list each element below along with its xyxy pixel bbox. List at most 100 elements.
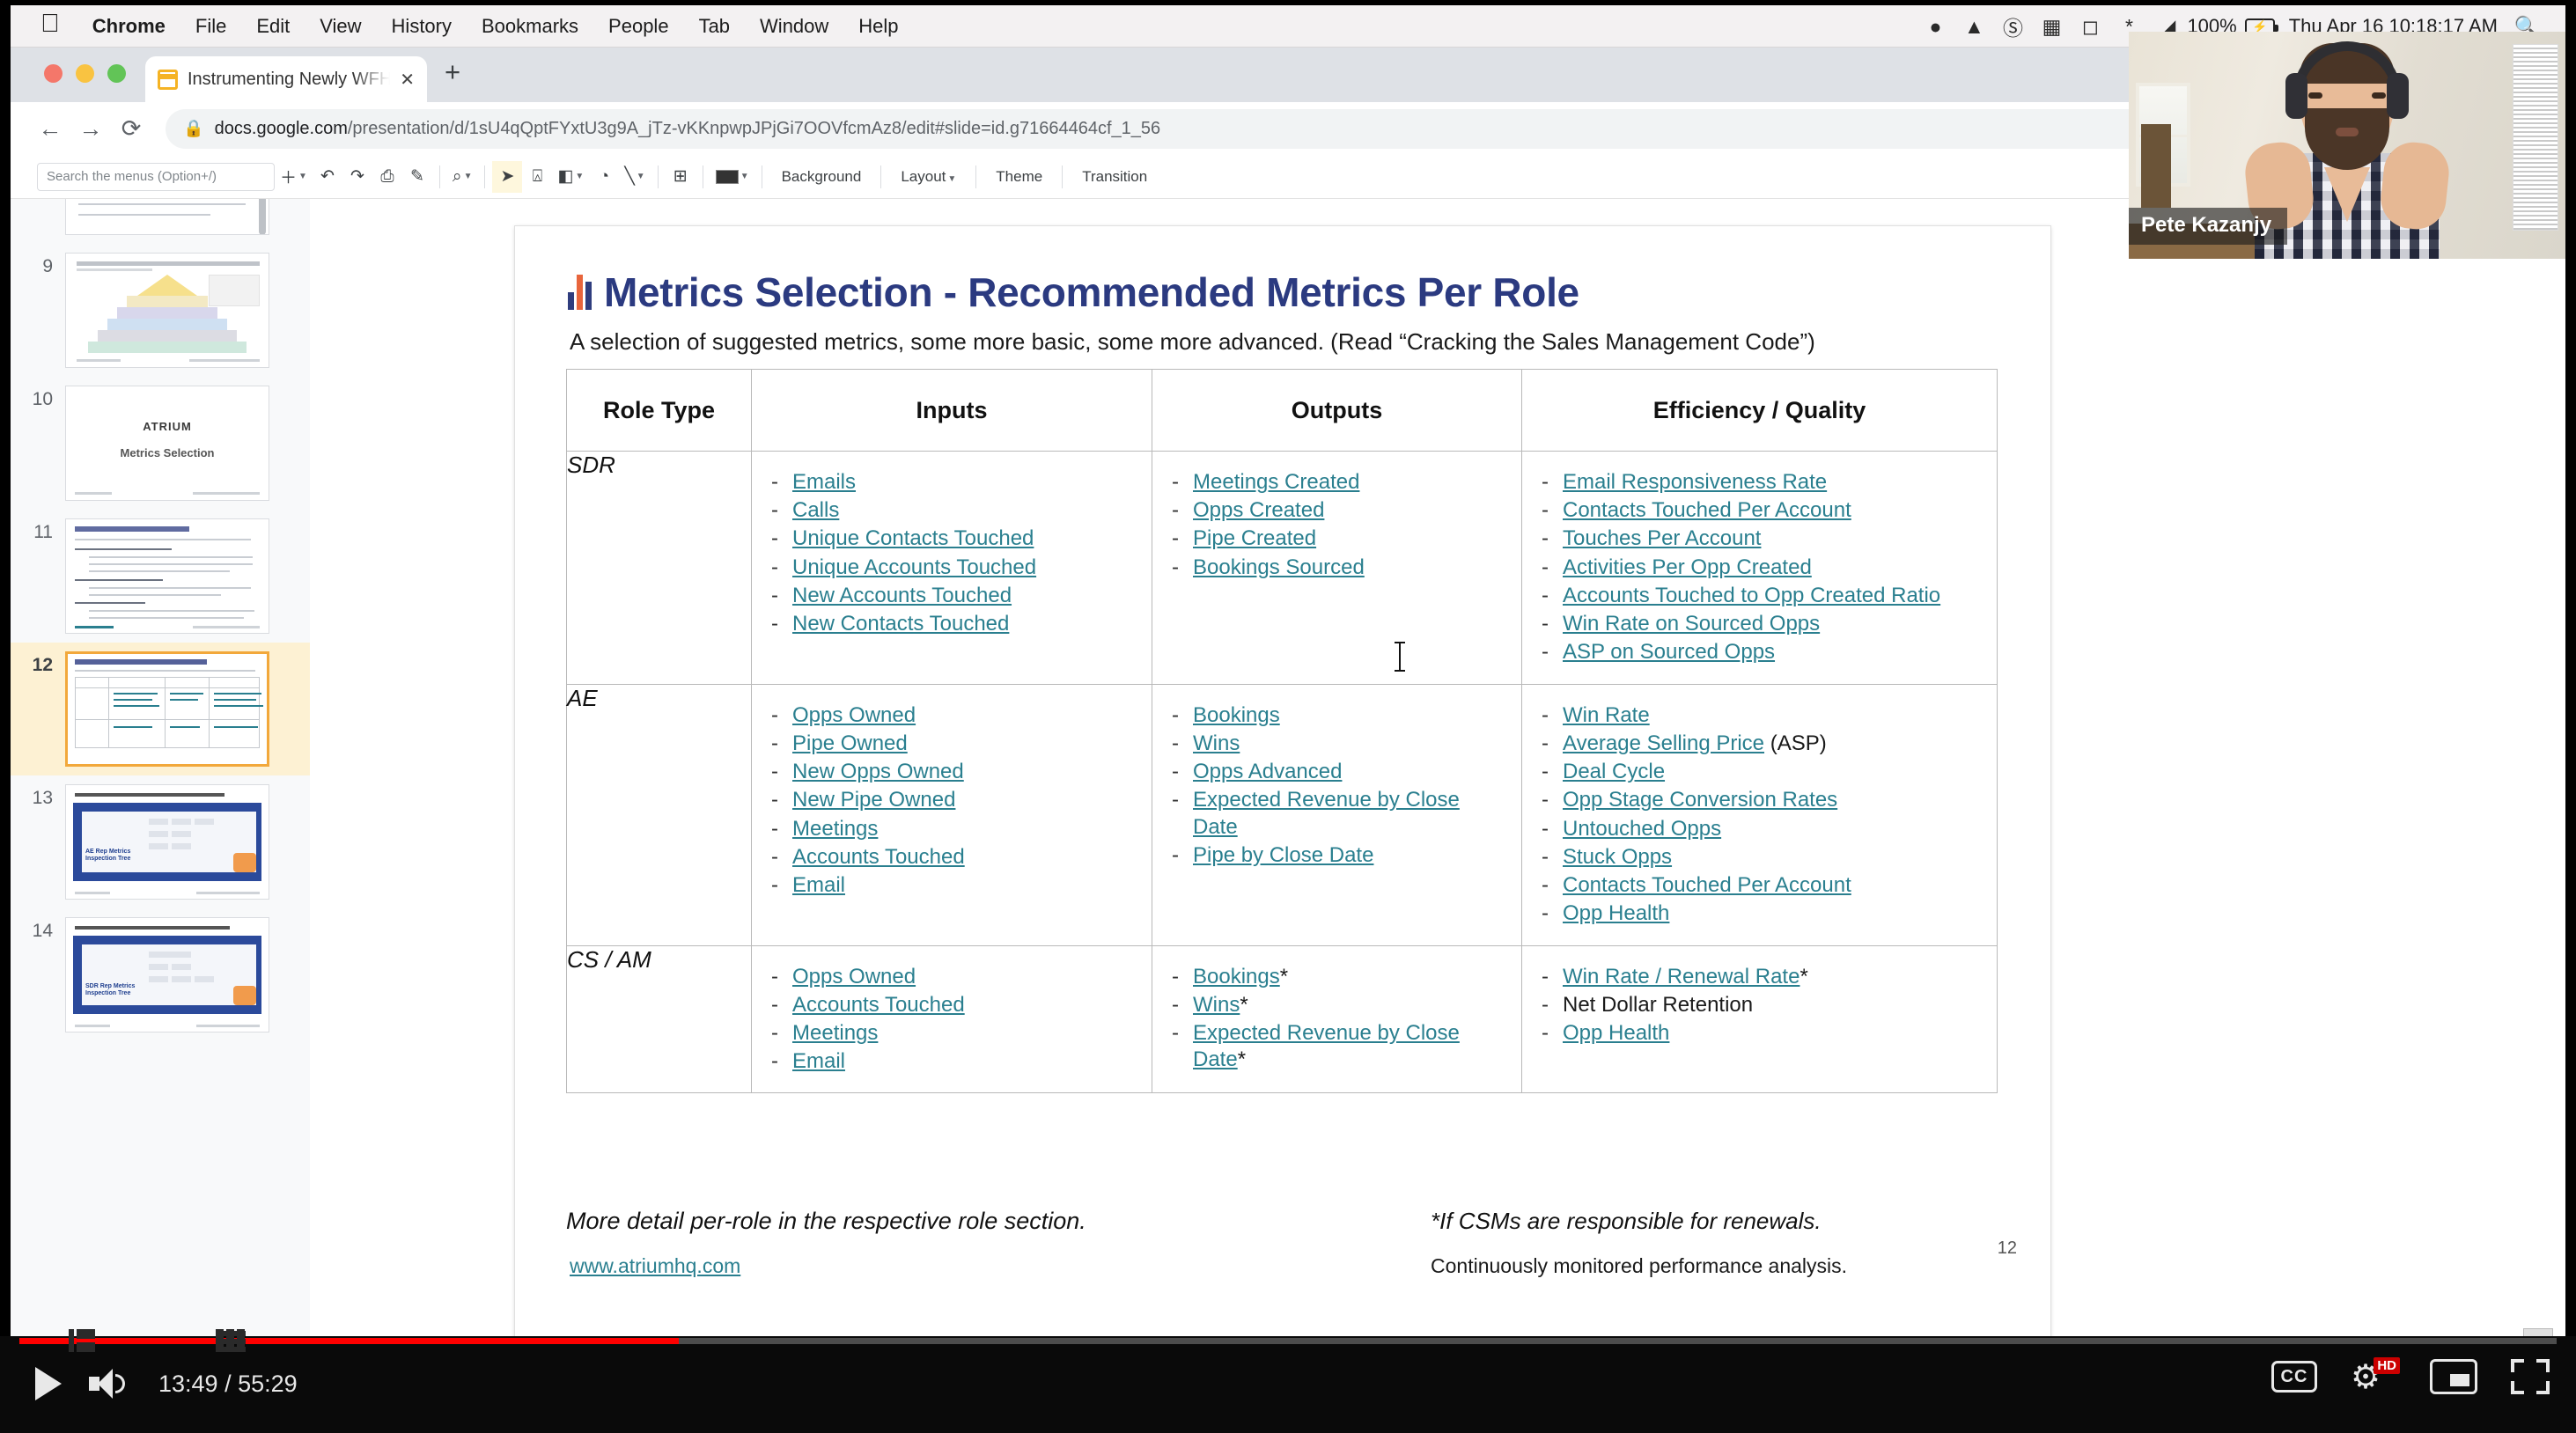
shape-button[interactable]: ◔ (589, 161, 619, 193)
metric-text[interactable]: Wins (1193, 731, 1240, 757)
forward-button[interactable]: → (70, 108, 111, 149)
metric-text[interactable]: Expected Revenue by Close Date* (1193, 1020, 1509, 1073)
slide-thumbnail-10[interactable]: ATRIUM Metrics Selection (65, 386, 269, 501)
apple-logo-icon[interactable]:  (40, 11, 77, 40)
metric-link[interactable]: New Accounts Touched (792, 584, 1012, 607)
metric-link[interactable]: ASP on Sourced Opps (1563, 640, 1775, 664)
close-window-button[interactable] (44, 64, 63, 83)
thumbnail-row-10[interactable]: 10 ATRIUM Metrics Selection (11, 377, 310, 510)
search-menus-input[interactable]: Search the menus (Option+/) (37, 162, 275, 191)
captions-button[interactable]: CC (2271, 1361, 2317, 1393)
metric-text[interactable]: Meetings (792, 816, 878, 842)
metric-text[interactable]: Accounts Touched (792, 844, 965, 871)
menu-window[interactable]: Window (745, 15, 843, 38)
metric-link[interactable]: Opp Health (1563, 1021, 1669, 1045)
new-slide-button[interactable]: ＋ ▼ (275, 161, 313, 193)
metric-text[interactable]: Bookings (1193, 702, 1280, 729)
metric-link[interactable]: Accounts Touched to Opp Created Ratio (1563, 584, 1940, 607)
metric-link[interactable]: Meetings Created (1193, 470, 1359, 494)
metric-text[interactable]: Meetings Created (1193, 469, 1359, 496)
backup-icon[interactable]: ▲ (1954, 5, 1993, 48)
new-tab-button[interactable]: + (445, 56, 460, 102)
settings-button[interactable]: ⚙ HD (2351, 1357, 2400, 1396)
metric-link[interactable]: Emails (792, 470, 856, 494)
menu-bookmarks[interactable]: Bookmarks (467, 15, 593, 38)
metric-text[interactable]: Unique Contacts Touched (792, 525, 1034, 552)
paint-format-button[interactable]: ✎ (402, 161, 432, 193)
metric-link[interactable]: Opps Owned (792, 965, 916, 988)
comment-button[interactable]: ⊞ (666, 161, 696, 193)
metric-text[interactable]: Untouched Opps (1563, 816, 1721, 842)
metric-text[interactable]: Pipe by Close Date (1193, 842, 1373, 869)
thumbnail-row-12[interactable]: 12 (11, 643, 310, 775)
metric-text[interactable]: Opp Stage Conversion Rates (1563, 787, 1837, 813)
metric-text[interactable]: Accounts Touched to Opp Created Ratio (1563, 583, 1940, 609)
slide-thumbnail[interactable] (65, 199, 269, 235)
metric-text[interactable]: Pipe Created (1193, 525, 1316, 552)
metric-text[interactable]: Deal Cycle (1563, 759, 1665, 785)
metric-link[interactable]: Stuck Opps (1563, 845, 1672, 869)
metric-link[interactable]: Opps Created (1193, 498, 1324, 522)
metric-link[interactable]: Unique Accounts Touched (792, 555, 1036, 579)
metric-text[interactable]: ASP on Sourced Opps (1563, 639, 1775, 665)
metric-text[interactable]: Unique Accounts Touched (792, 555, 1036, 581)
maximize-window-button[interactable] (107, 64, 126, 83)
menu-edit[interactable]: Edit (241, 15, 305, 38)
select-tool-button[interactable]: ➤ (492, 160, 523, 193)
metric-text[interactable]: Contacts Touched Per Account (1563, 497, 1851, 524)
metric-text[interactable]: Opps Created (1193, 497, 1324, 524)
filmstrip-scrollbar[interactable] (259, 199, 266, 234)
metric-link[interactable]: Wins (1193, 731, 1240, 755)
metric-text[interactable]: Emails (792, 469, 856, 496)
metric-link[interactable]: Deal Cycle (1563, 760, 1665, 783)
metric-text[interactable]: New Contacts Touched (792, 611, 1009, 637)
close-tab-icon[interactable]: ✕ (400, 69, 415, 91)
metric-text[interactable]: New Accounts Touched (792, 583, 1012, 609)
metric-link[interactable]: Bookings (1193, 703, 1280, 727)
metric-link[interactable]: Opp Health (1563, 901, 1669, 925)
thumbnail-row-9[interactable]: 9 (11, 244, 310, 377)
video-progress-bar[interactable] (19, 1338, 2557, 1344)
slide-thumbnail-13[interactable]: AE Rep Metrics Inspection Tree (65, 784, 269, 900)
thumbnail-row-13[interactable]: 13 AE Rep Metrics Inspection Tree (11, 775, 310, 908)
browser-tab[interactable]: Instrumenting Newly WFH Sale ✕ (145, 56, 427, 102)
menu-tab[interactable]: Tab (684, 15, 745, 38)
metric-link[interactable]: Wins (1193, 993, 1240, 1017)
metric-text[interactable]: Bookings Sourced (1193, 555, 1365, 581)
metric-text[interactable]: Stuck Opps (1563, 844, 1672, 871)
slide-thumbnail-14[interactable]: SDR Rep Metrics Inspection Tree (65, 917, 269, 1032)
metric-text[interactable]: Email (792, 872, 845, 899)
metric-text[interactable]: Email (792, 1048, 845, 1075)
metric-text[interactable]: Meetings (792, 1020, 878, 1047)
footer-website-link[interactable]: www.atriumhq.com (570, 1254, 740, 1278)
metric-link[interactable]: Accounts Touched (792, 845, 965, 869)
metric-link[interactable]: Expected Revenue by Close Date (1193, 1021, 1460, 1071)
metric-link[interactable]: Contacts Touched Per Account (1563, 873, 1851, 897)
metric-link[interactable]: Email (792, 873, 845, 897)
metric-link[interactable]: Opp Stage Conversion Rates (1563, 788, 1837, 812)
metric-text[interactable]: Win Rate (1563, 702, 1650, 729)
print-button[interactable]: ⎙ (372, 161, 402, 193)
metric-text[interactable]: Opp Health (1563, 1020, 1669, 1047)
metric-text[interactable]: Contacts Touched Per Account (1563, 872, 1851, 899)
transition-button[interactable]: Transition (1070, 168, 1159, 186)
metric-text[interactable]: Accounts Touched (792, 992, 965, 1018)
slide-filmstrip[interactable]: 9 10 ATRIUM Metrics Selection 11 12 13 A… (11, 199, 310, 1365)
metric-text[interactable]: Touches Per Account (1563, 525, 1761, 552)
metric-text[interactable]: New Opps Owned (792, 759, 964, 785)
current-slide[interactable]: Metrics Selection - Recommended Metrics … (515, 226, 2050, 1354)
metric-link[interactable]: Touches Per Account (1563, 526, 1761, 550)
image-button[interactable]: ◧ ▼ (552, 161, 589, 193)
thumbnail-row-partial[interactable] (11, 199, 310, 244)
metric-text[interactable]: Email Responsiveness Rate (1563, 469, 1827, 496)
metric-link[interactable]: Bookings Sourced (1193, 555, 1365, 579)
metric-link[interactable]: Email Responsiveness Rate (1563, 470, 1827, 494)
metric-link[interactable]: Pipe Owned (792, 731, 908, 755)
slide-thumbnail-12[interactable] (65, 651, 269, 767)
metric-text[interactable]: Average Selling Price (ASP) (1563, 731, 1827, 757)
metric-link[interactable]: Opps Owned (792, 703, 916, 727)
play-button[interactable] (19, 1357, 77, 1410)
menu-view[interactable]: View (305, 15, 376, 38)
minimize-window-button[interactable] (76, 64, 94, 83)
metric-text[interactable]: Opps Owned (792, 702, 916, 729)
